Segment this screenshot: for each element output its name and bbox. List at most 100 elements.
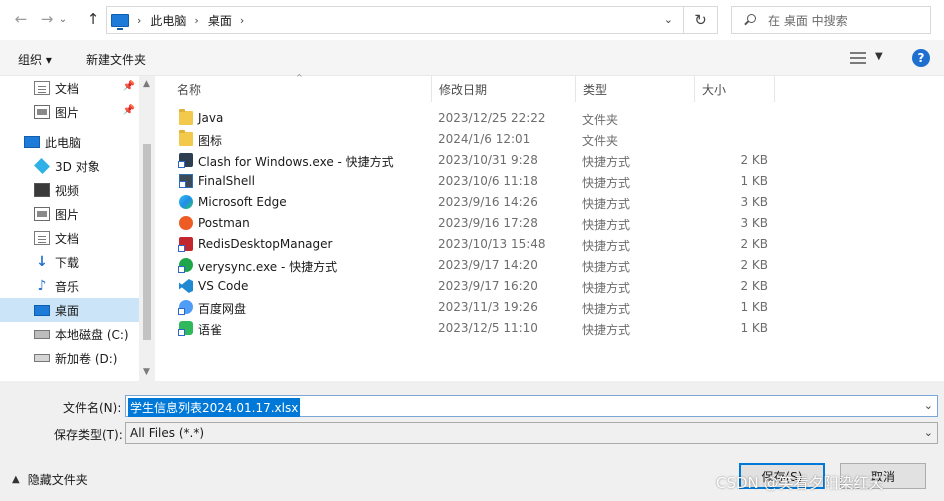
shortcut-arrow-icon bbox=[178, 308, 185, 315]
finalshell-icon bbox=[179, 174, 193, 188]
shortcut-arrow-icon bbox=[179, 181, 186, 188]
file-row[interactable]: RedisDesktopManager 2023/10/13 15:48 快捷方… bbox=[170, 234, 780, 255]
refresh-icon: ↻ bbox=[694, 11, 707, 29]
filename-value: 学生信息列表2024.01.17.xlsx bbox=[128, 398, 301, 417]
column-header-date[interactable]: 修改日期 bbox=[432, 76, 576, 102]
filename-label: 文件名(N): bbox=[63, 401, 122, 415]
pin-icon[interactable]: 📌 bbox=[123, 105, 135, 116]
shortcut-arrow-icon bbox=[178, 245, 185, 252]
filetype-label: 保存类型(T): bbox=[54, 428, 123, 442]
file-row[interactable]: FinalShell 2023/10/6 11:18 快捷方式 1 KB bbox=[170, 171, 780, 192]
breadcrumb-separator-icon[interactable]: › bbox=[194, 14, 198, 27]
nav-item-desktop[interactable]: 桌面 bbox=[0, 298, 139, 322]
arrow-left-icon: ← bbox=[14, 10, 28, 28]
shortcut-arrow-icon bbox=[178, 161, 185, 168]
nav-item-label: 文档 bbox=[55, 231, 80, 246]
redis-icon bbox=[178, 237, 193, 252]
nav-item-label: 此电脑 bbox=[45, 135, 82, 150]
chevron-down-icon[interactable]: ⌄ bbox=[924, 426, 933, 439]
filename-input[interactable]: 学生信息列表2024.01.17.xlsx ⌄ bbox=[125, 395, 938, 417]
search-placeholder: 在 桌面 中搜索 bbox=[768, 13, 848, 28]
nav-item-documents[interactable]: 文档 bbox=[0, 226, 139, 250]
pin-icon[interactable]: 📌 bbox=[123, 81, 135, 92]
chevron-down-icon[interactable]: ⌄ bbox=[924, 399, 933, 412]
drive-icon bbox=[34, 354, 50, 362]
address-dropdown-icon[interactable]: ⌄ bbox=[664, 13, 673, 26]
file-row[interactable]: Microsoft Edge 2023/9/16 14:26 快捷方式 3 KB bbox=[170, 192, 780, 213]
nav-item-this-pc[interactable]: 此电脑 bbox=[0, 130, 139, 154]
edge-icon bbox=[179, 195, 193, 209]
nav-item-videos[interactable]: 视频 bbox=[0, 178, 139, 202]
yuque-icon bbox=[178, 321, 193, 336]
postman-icon bbox=[179, 216, 193, 230]
baidu-netdisk-icon bbox=[178, 300, 193, 315]
view-options-icon[interactable] bbox=[850, 52, 866, 64]
this-pc-icon bbox=[111, 13, 129, 30]
local-disk-icon bbox=[34, 329, 50, 339]
nav-item-label: 音乐 bbox=[55, 279, 80, 294]
nav-item-label: 文档 bbox=[55, 81, 80, 96]
nav-item-label: 图片 bbox=[55, 105, 80, 120]
nav-item-label: 桌面 bbox=[55, 303, 80, 318]
scroll-down-icon[interactable]: ▼ bbox=[143, 367, 150, 377]
hide-folders-toggle[interactable]: ▲ 隐藏文件夹 bbox=[12, 471, 88, 488]
file-row[interactable]: VS Code 2023/9/17 16:20 快捷方式 2 KB bbox=[170, 276, 780, 297]
nav-item-documents-quick[interactable]: 文档 📌 bbox=[0, 76, 139, 100]
filetype-select[interactable]: All Files (*.*) ⌄ bbox=[125, 422, 938, 444]
this-pc-icon bbox=[24, 136, 40, 148]
file-row[interactable]: Java 2023/12/25 22:22 文件夹 bbox=[170, 108, 780, 129]
chevron-down-icon: ⌄ bbox=[58, 13, 68, 25]
file-row[interactable]: 百度网盘 2023/11/3 19:26 快捷方式 1 KB bbox=[170, 297, 780, 318]
forward-button[interactable]: → bbox=[36, 8, 58, 30]
organize-button[interactable]: 组织 ▾ bbox=[18, 51, 52, 68]
vscode-icon bbox=[179, 279, 193, 293]
up-button[interactable]: ↑ bbox=[82, 8, 104, 30]
pictures-icon bbox=[34, 105, 50, 119]
watermark: CSDN @笑看夕阳染红天 bbox=[716, 474, 884, 492]
file-row[interactable]: 图标 2024/1/6 12:01 文件夹 bbox=[170, 129, 780, 150]
file-row[interactable]: 语雀 2023/12/5 11:10 快捷方式 1 KB bbox=[170, 318, 780, 339]
3d-objects-icon bbox=[34, 158, 50, 174]
search-input[interactable]: 在 桌面 中搜索 bbox=[731, 6, 931, 34]
nav-item-label: 新加卷 (D:) bbox=[55, 351, 118, 366]
documents-icon bbox=[34, 231, 50, 245]
help-icon[interactable]: ? bbox=[912, 49, 930, 67]
breadcrumb-separator-icon[interactable]: › bbox=[240, 14, 244, 27]
navigation-scrollbar[interactable]: ▲ ▼ bbox=[139, 76, 155, 381]
view-dropdown-icon[interactable]: ▼ bbox=[875, 51, 883, 62]
nav-item-label: 视频 bbox=[55, 183, 80, 198]
refresh-button[interactable]: ↻ bbox=[684, 6, 718, 34]
nav-item-music[interactable]: ♪ 音乐 bbox=[0, 274, 139, 298]
sort-caret-icon: ^ bbox=[296, 73, 303, 82]
breadcrumb-desktop[interactable]: 桌面 bbox=[208, 12, 232, 29]
shortcut-arrow-icon bbox=[178, 266, 185, 273]
column-header-type[interactable]: 类型 bbox=[576, 76, 695, 102]
file-row[interactable]: Postman 2023/9/16 17:28 快捷方式 3 KB bbox=[170, 213, 780, 234]
nav-item-pictures[interactable]: 图片 bbox=[0, 202, 139, 226]
scroll-up-icon[interactable]: ▲ bbox=[143, 79, 150, 89]
address-bar[interactable]: › 此电脑 › 桌面 › ⌄ bbox=[106, 6, 684, 34]
column-header-size[interactable]: 大小 bbox=[695, 76, 775, 102]
breadcrumb-separator-icon[interactable]: › bbox=[137, 14, 141, 27]
back-button[interactable]: ← bbox=[10, 8, 32, 30]
file-list: ^ 名称 修改日期 类型 大小 Java 2023/12/25 22:22 文件… bbox=[170, 73, 944, 381]
nav-item-local-disk-c[interactable]: 本地磁盘 (C:) bbox=[0, 322, 139, 346]
folder-icon bbox=[179, 109, 193, 125]
folder-icon bbox=[179, 130, 193, 146]
scrollbar-thumb[interactable] bbox=[143, 144, 151, 340]
chevron-up-icon: ▲ bbox=[12, 474, 20, 485]
videos-icon bbox=[34, 183, 50, 197]
file-row[interactable]: verysync.exe - 快捷方式 2023/9/17 14:20 快捷方式… bbox=[170, 255, 780, 276]
recent-locations-button[interactable]: ⌄ bbox=[56, 8, 70, 30]
arrow-up-icon: ↑ bbox=[86, 10, 100, 28]
nav-item-pictures-quick[interactable]: 图片 📌 bbox=[0, 100, 139, 124]
nav-item-drive-d[interactable]: 新加卷 (D:) bbox=[0, 346, 139, 370]
nav-item-downloads[interactable]: ↓ 下载 bbox=[0, 250, 139, 274]
file-row[interactable]: Clash for Windows.exe - 快捷方式 2023/10/31 … bbox=[170, 150, 780, 171]
nav-item-3d-objects[interactable]: 3D 对象 bbox=[0, 154, 139, 178]
column-header-name[interactable]: ^ 名称 bbox=[170, 73, 432, 102]
search-icon bbox=[744, 14, 756, 26]
verysync-icon bbox=[178, 258, 193, 273]
new-folder-button[interactable]: 新建文件夹 bbox=[86, 51, 146, 68]
breadcrumb-this-pc[interactable]: 此电脑 bbox=[150, 12, 186, 29]
